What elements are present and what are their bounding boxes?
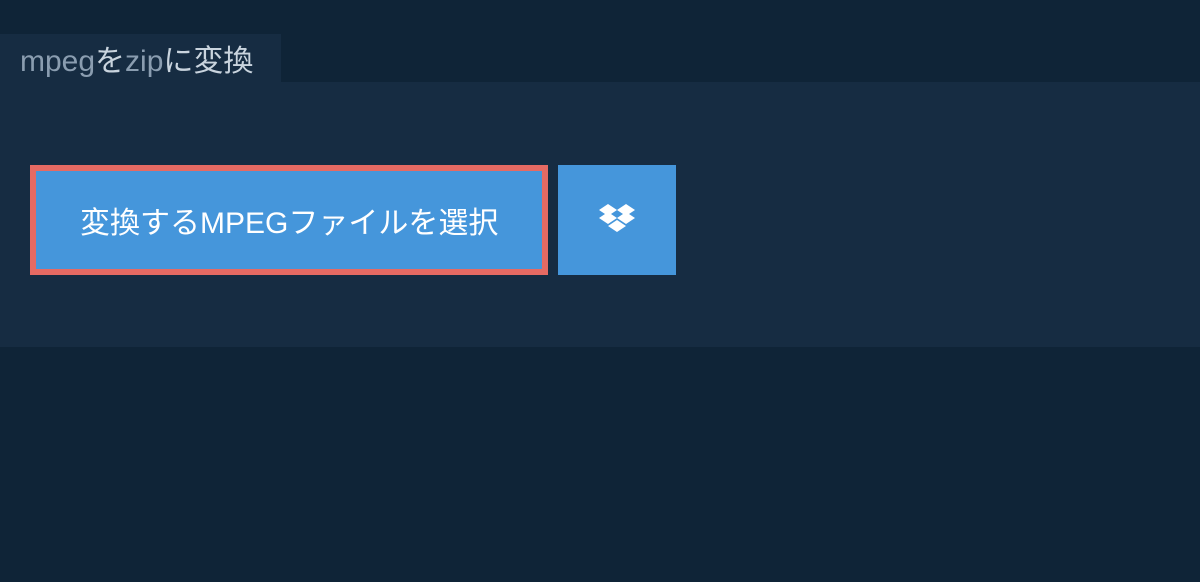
conversion-tab[interactable]: mpegをzipに変換 [0,34,281,82]
dropbox-icon [599,204,635,236]
select-file-button[interactable]: 変換するMPEGファイルを選択 [30,165,548,275]
source-format: mpeg [20,45,95,78]
select-file-label: 変換するMPEGファイルを選択 [80,198,498,242]
tab-label: mpegをzipに変換 [20,36,253,80]
action-button-row: 変換するMPEGファイルを選択 [30,165,676,275]
target-format: zip [125,45,163,78]
tab-middle: を [95,45,125,78]
tab-suffix: に変換 [163,45,253,78]
converter-panel: mpegをzipに変換 変換するMPEGファイルを選択 [0,82,1200,347]
dropbox-button[interactable] [558,165,676,275]
